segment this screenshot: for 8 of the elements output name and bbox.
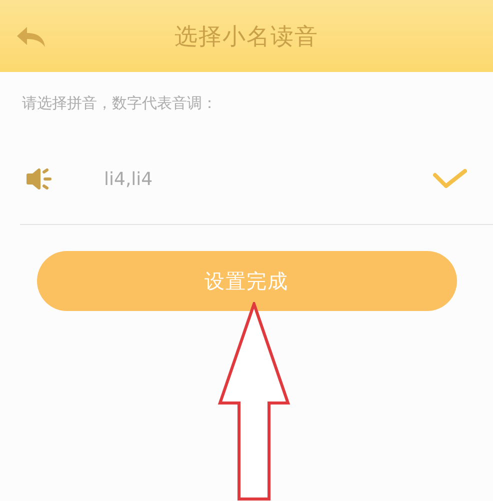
- finish-button[interactable]: 设置完成: [36, 251, 456, 311]
- back-icon[interactable]: [16, 26, 46, 48]
- pinyin-label: li4,li4: [104, 168, 154, 190]
- instruction-text: 请选择拼音，数字代表音调：: [21, 93, 218, 114]
- check-icon: [433, 169, 467, 189]
- pinyin-option[interactable]: li4,li4: [20, 134, 493, 225]
- page-title: 选择小名读音: [174, 22, 318, 52]
- speaker-icon[interactable]: [26, 166, 52, 192]
